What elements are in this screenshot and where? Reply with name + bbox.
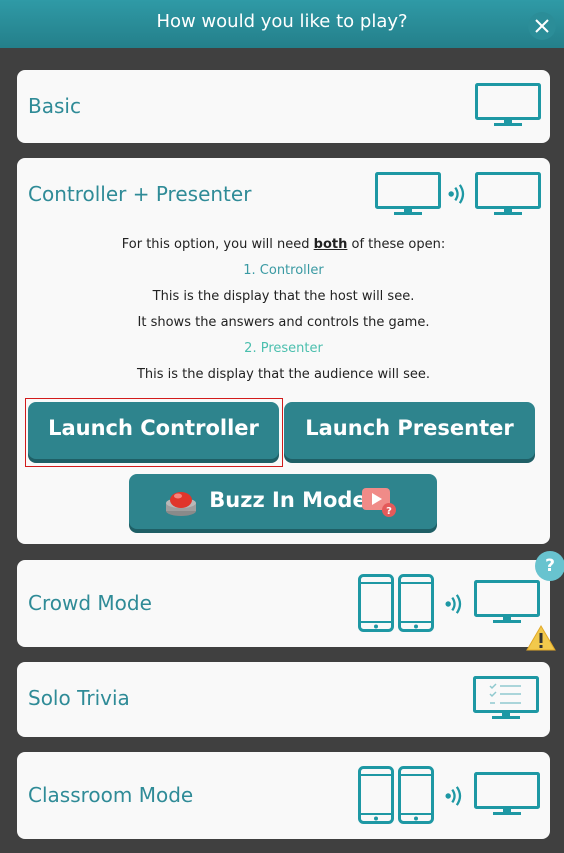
wireless-signal-icon — [448, 181, 468, 207]
help-icon[interactable]: ? — [535, 551, 564, 581]
svg-text:?: ? — [386, 506, 392, 517]
controller-description-2: It shows the answers and controls the ga… — [137, 315, 430, 330]
dialog-header: How would you like to play? — [0, 0, 564, 48]
option-crowd-mode-label: Crowd Mode — [28, 591, 152, 615]
video-help-icon: ? — [362, 488, 396, 517]
controller-heading: 1. Controller — [243, 263, 324, 278]
option-solo-trivia[interactable]: Solo Trivia — [17, 662, 550, 737]
phone-icon — [398, 574, 434, 632]
presenter-heading: 2. Presenter — [244, 341, 323, 356]
phone-icon — [358, 574, 394, 632]
launch-presenter-button[interactable]: Launch Presenter — [284, 402, 535, 459]
close-icon — [535, 19, 549, 33]
phone-icon — [358, 766, 394, 824]
quiz-monitor-icon — [473, 676, 539, 722]
option-controller-presenter-label: Controller + Presenter — [28, 182, 252, 206]
controller-description-1: This is the display that the host will s… — [152, 289, 415, 304]
monitor-icon — [474, 580, 540, 626]
option-crowd-mode[interactable]: Crowd Mode — [17, 560, 550, 647]
phone-icon — [398, 766, 434, 824]
option-classroom-mode[interactable]: Classroom Mode — [17, 752, 550, 839]
wireless-signal-icon — [445, 783, 465, 809]
buzz-in-mode-button[interactable]: Buzz In Mode ? — [129, 474, 437, 529]
launch-controller-button[interactable]: Launch Controller — [28, 402, 279, 459]
option-solo-trivia-label: Solo Trivia — [28, 686, 130, 710]
option-classroom-mode-label: Classroom Mode — [28, 783, 194, 807]
warning-icon — [526, 625, 556, 651]
wireless-signal-icon — [445, 591, 465, 617]
instructions-intro: For this option, you will need both of t… — [121, 237, 446, 252]
dialog-title: How would you like to play? — [156, 11, 408, 32]
launch-presenter-label: Launch Presenter — [305, 416, 514, 440]
monitor-icon — [375, 172, 441, 218]
option-basic-label: Basic — [28, 94, 81, 118]
monitor-icon — [474, 772, 540, 818]
launch-controller-label: Launch Controller — [48, 416, 259, 440]
monitor-icon — [475, 172, 541, 218]
option-basic[interactable]: Basic — [17, 70, 550, 143]
presenter-description: This is the display that the audience wi… — [136, 367, 431, 382]
monitor-icon — [475, 83, 541, 129]
close-button[interactable] — [528, 12, 556, 40]
